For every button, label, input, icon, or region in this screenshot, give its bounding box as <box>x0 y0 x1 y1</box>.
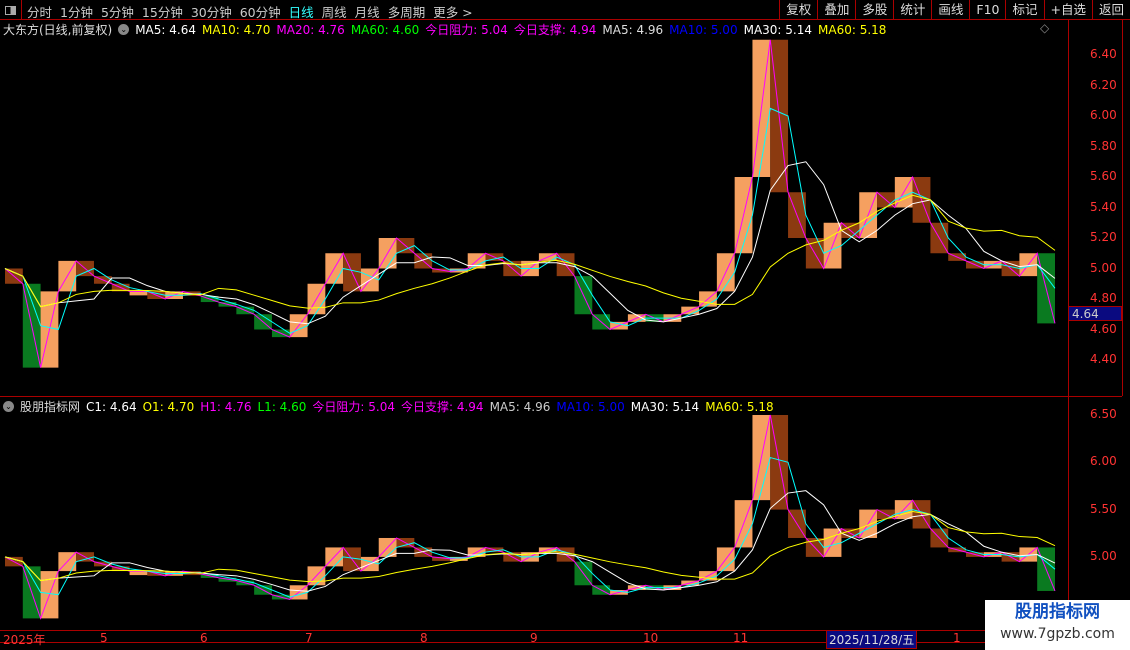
legend-value: O1: 4.70 <box>142 399 195 414</box>
legend-title: 大东方(日线,前复权) <box>3 23 113 37</box>
main-price-chart[interactable] <box>0 38 1068 395</box>
dropdown-icon[interactable]: ⌄ <box>3 401 14 412</box>
period-tab[interactable]: 分时 <box>27 2 52 21</box>
y-tick-label: 5.50 <box>1090 501 1117 516</box>
toolbar-button[interactable]: 返回 <box>1091 0 1130 20</box>
legend-value: MA60: 5.18 <box>818 22 887 37</box>
legend-value: MA10: 5.00 <box>556 399 625 414</box>
legend-value: MA5: 4.96 <box>489 399 551 414</box>
panel-divider <box>0 396 1122 397</box>
y-tick-label: 6.40 <box>1090 47 1117 61</box>
top-toolbar: 分时 1分钟 5分钟 15分钟 30分钟 60分钟 日线 周线 月线 多周期 更多 > 复权 叠加 多股… <box>0 0 1130 20</box>
dropdown-icon[interactable]: ⌄ <box>118 24 130 35</box>
toolbar-button[interactable]: 画线 <box>931 0 969 20</box>
ma-line-1 <box>4 107 1056 334</box>
period-tab[interactable]: 周线 <box>322 2 347 21</box>
legend-value: L1: 4.60 <box>257 399 307 414</box>
period-tab[interactable]: 30分钟 <box>191 2 232 21</box>
toolbar-button[interactable]: 多股 <box>855 0 893 20</box>
period-tab[interactable]: 15分钟 <box>142 2 183 21</box>
x-tick-label: 7 <box>305 631 313 645</box>
toolbar-buttons: 复权 叠加 多股 统计 画线 F10 标记 +自选 返回 <box>779 0 1130 20</box>
legend-value: MA20: 4.76 <box>276 22 345 37</box>
period-tab[interactable]: 日线 <box>289 2 314 21</box>
toolbar-button[interactable]: +自选 <box>1043 0 1092 20</box>
period-tab[interactable]: 多周期 <box>388 2 426 21</box>
toolbar-button[interactable]: 标记 <box>1005 0 1043 20</box>
x-tick-label: 2025年 <box>3 633 46 647</box>
toolbar-button[interactable]: 复权 <box>779 0 817 20</box>
panel-icon <box>5 5 16 15</box>
main-chart-legend: 大东方(日线,前复权) ⌄ MA5: 4.64 MA10: 4.70 MA20: 4.7… <box>3 21 886 38</box>
panel-toggle-button[interactable] <box>0 0 22 20</box>
price-block <box>129 571 148 576</box>
ma-line-0 <box>4 414 1056 620</box>
y-tick-label: 5.00 <box>1090 260 1117 275</box>
legend-value: MA60: 4.60 <box>350 22 420 37</box>
x-tick-label: 1 <box>953 631 961 645</box>
legend-value: MA5: 4.96 <box>602 22 664 37</box>
x-tick-label: 9 <box>530 631 538 645</box>
cursor-date: 2025/11/28/五 <box>826 630 918 649</box>
watermark-name: 股朋指标网 <box>1015 602 1100 622</box>
side-strip[interactable] <box>1122 20 1130 396</box>
y-tick-label: 6.50 <box>1090 407 1117 421</box>
x-tick-label: 5 <box>100 631 108 645</box>
x-tick-label: 8 <box>420 631 428 645</box>
x-tick-label: 11 <box>733 631 749 645</box>
y-tick-label: 5.40 <box>1090 199 1117 214</box>
legend-value: C1: 4.64 <box>86 399 137 414</box>
y-tick-label: 6.20 <box>1090 77 1117 92</box>
price-block <box>129 291 148 296</box>
period-tab[interactable]: 60分钟 <box>240 2 281 21</box>
y-tick-label: 4.40 <box>1090 352 1117 366</box>
y-tick-label: 5.60 <box>1090 169 1117 183</box>
diamond-icon[interactable]: ◇ <box>1040 21 1049 35</box>
legend-value: MA60: 5.18 <box>705 399 774 414</box>
x-tick-label: 6 <box>200 631 208 645</box>
toolbar-button[interactable]: 统计 <box>893 0 931 20</box>
y-tick-label: 4.80 <box>1090 291 1117 305</box>
period-tab[interactable]: 5分钟 <box>101 2 134 21</box>
indicator-chart[interactable] <box>0 413 1068 630</box>
legend-value: MA30: 5.14 <box>743 22 813 37</box>
legend-value: MA5: 4.64 <box>135 22 196 37</box>
watermark-url: www.7gpzb.com <box>1000 626 1115 642</box>
x-tick-label: 10 <box>643 631 659 645</box>
ma-line-1 <box>4 456 1056 598</box>
ma-line-3 <box>4 194 1056 309</box>
legend-value: MA10: 5.00 <box>669 22 738 37</box>
legend-value: MA30: 5.14 <box>630 399 700 414</box>
legend-value: 今日阻力: 5.04 <box>425 23 508 37</box>
y-tick-label: 5.20 <box>1090 230 1117 244</box>
y-tick-label: 4.60 <box>1090 321 1117 336</box>
y-tick-label: 5.00 <box>1090 548 1117 563</box>
toolbar-button[interactable]: F10 <box>969 0 1005 20</box>
period-tab[interactable]: 更多 > <box>433 2 472 21</box>
y-axis-line <box>1068 20 1069 642</box>
current-price-label: 4.64 <box>1068 306 1122 321</box>
legend-value: MA10: 4.70 <box>201 22 271 37</box>
legend-value: 今日支撑: 4.94 <box>513 23 597 37</box>
ma-line-3 <box>4 510 1056 582</box>
period-tab[interactable]: 1分钟 <box>60 2 93 21</box>
y-tick-label: 6.00 <box>1090 108 1117 122</box>
period-tabs: 分时 1分钟 5分钟 15分钟 30分钟 60分钟 日线 周线 月线 多周期 更多 > <box>27 2 473 21</box>
ma-line-0 <box>4 39 1056 368</box>
y-tick-label: 6.00 <box>1090 454 1117 469</box>
period-tab[interactable]: 月线 <box>355 2 380 21</box>
toolbar-button[interactable]: 叠加 <box>817 0 855 20</box>
legend-value: H1: 4.76 <box>200 399 252 414</box>
watermark: 股朋指标网 www.7gpzb.com <box>985 600 1130 650</box>
y-tick-label: 5.80 <box>1090 138 1117 153</box>
